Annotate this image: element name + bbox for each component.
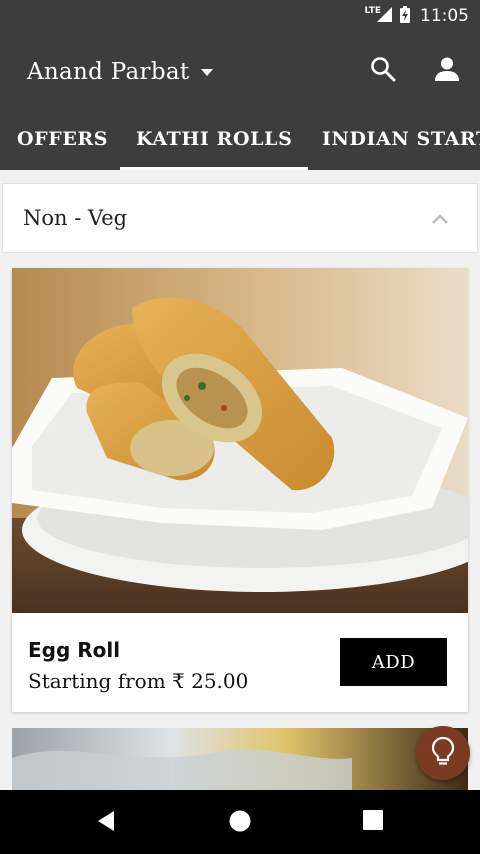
menu-item-card: Egg Roll Starting from ₹ 25.00 ADD — [12, 268, 468, 712]
section-header[interactable]: Non - Veg — [2, 183, 478, 253]
dropdown-caret-icon[interactable] — [201, 68, 214, 76]
menu-item-card-partial — [12, 728, 468, 798]
egg-roll-image — [12, 268, 468, 613]
app-bar: Anand Parbat — [0, 32, 480, 112]
system-navigation-bar — [0, 790, 480, 854]
next-item-image — [12, 728, 468, 798]
lightbulb-icon — [430, 736, 456, 770]
lightbulb-fab[interactable] — [416, 726, 470, 780]
section-title: Non - Veg — [23, 206, 128, 230]
search-icon[interactable] — [370, 56, 396, 86]
add-button[interactable]: ADD — [340, 638, 447, 686]
tab-kathi-rolls[interactable]: KATHI ROLLS — [119, 112, 309, 170]
battery-charging-icon — [400, 5, 410, 27]
app-actions — [370, 56, 460, 86]
category-tabs: OFFERS KATHI ROLLS INDIAN STARTERS — [0, 112, 480, 170]
recents-icon[interactable] — [363, 810, 383, 834]
back-icon[interactable] — [96, 810, 116, 836]
item-price: Starting from ₹ 25.00 — [28, 669, 249, 693]
account-icon[interactable] — [434, 56, 460, 86]
chevron-up-icon[interactable] — [431, 210, 449, 229]
tab-indian-starters[interactable]: INDIAN STARTERS — [322, 112, 480, 170]
clock: 11:05 — [420, 6, 469, 26]
tab-offers[interactable]: OFFERS — [17, 112, 108, 170]
signal-icon — [377, 6, 392, 26]
item-name: Egg Roll — [28, 638, 121, 662]
status-bar: LTE 11:05 — [0, 0, 480, 32]
home-icon[interactable] — [229, 810, 251, 836]
location-title[interactable]: Anand Parbat — [27, 59, 189, 85]
